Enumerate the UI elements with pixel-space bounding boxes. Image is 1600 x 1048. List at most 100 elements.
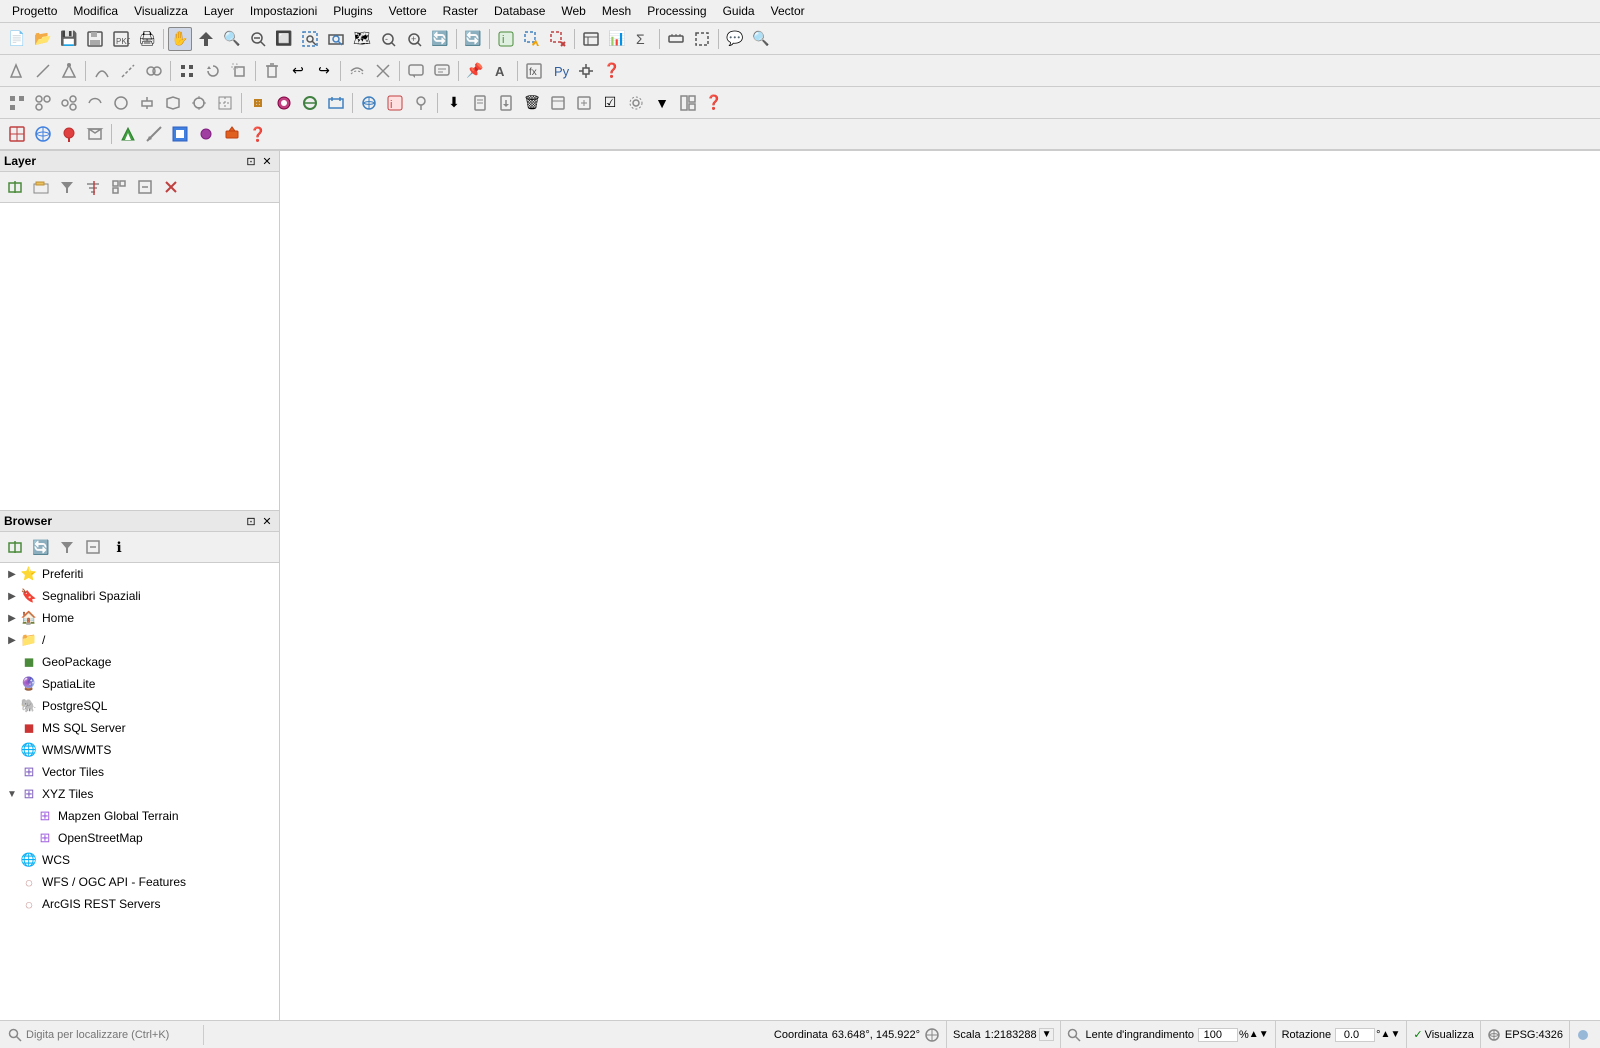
tb-trash[interactable]: 🗑: [520, 91, 544, 115]
tb-refresh[interactable]: 🔄: [428, 27, 452, 51]
menu-vector[interactable]: Vector: [763, 2, 813, 20]
tb-zoom-layer[interactable]: [324, 27, 348, 51]
tb-trim[interactable]: [371, 59, 395, 83]
layer-filter2-btn[interactable]: [81, 175, 105, 199]
tb-statistics[interactable]: 📊: [605, 27, 629, 51]
tb-snapping-layer[interactable]: [324, 91, 348, 115]
tb-measure-area[interactable]: [690, 27, 714, 51]
layer-filter-btn[interactable]: [55, 175, 79, 199]
tb-map9[interactable]: [220, 122, 244, 146]
menu-visualizza[interactable]: Visualizza: [126, 2, 196, 20]
tb-topology[interactable]: [298, 91, 322, 115]
layer-addgroup-btn[interactable]: [29, 175, 53, 199]
browser-item-openstreetmap[interactable]: ⊞OpenStreetMap: [0, 827, 279, 849]
tb-delete[interactable]: [260, 59, 284, 83]
tb-adv9[interactable]: [213, 91, 237, 115]
tb-adv6[interactable]: [135, 91, 159, 115]
tb-tilerefresh[interactable]: 🔄: [461, 27, 485, 51]
tb-map8[interactable]: [194, 122, 218, 146]
search-input[interactable]: [22, 1025, 192, 1045]
tb-newfile[interactable]: [468, 91, 492, 115]
menu-impostazioni[interactable]: Impostazioni: [242, 2, 325, 20]
epsg-section[interactable]: EPSG:4326: [1481, 1021, 1570, 1048]
browser-refresh-btn[interactable]: 🔄: [29, 535, 53, 559]
menu-web[interactable]: Web: [553, 2, 593, 20]
tb-zoom-next[interactable]: +: [402, 27, 426, 51]
tb-adv7[interactable]: [161, 91, 185, 115]
browser-item-wcs[interactable]: 🌐WCS: [0, 849, 279, 871]
tb-map7[interactable]: [168, 122, 192, 146]
tb-python[interactable]: Py: [548, 59, 572, 83]
menu-processing[interactable]: Processing: [639, 2, 714, 20]
tb-help[interactable]: ❓: [600, 59, 624, 83]
browser-item-wmswmts[interactable]: 🌐WMS/WMTS: [0, 739, 279, 761]
tb-adv8[interactable]: [187, 91, 211, 115]
map-area[interactable]: [280, 151, 1600, 1020]
layer-add-btn[interactable]: [3, 175, 27, 199]
menu-layer[interactable]: Layer: [196, 2, 242, 20]
tb-undo[interactable]: ↩: [286, 59, 310, 83]
tb-snap-options[interactable]: [246, 91, 270, 115]
tb-adv3[interactable]: [57, 91, 81, 115]
menu-guida[interactable]: Guida: [715, 2, 763, 20]
menu-progetto[interactable]: Progetto: [4, 2, 65, 20]
tb-download[interactable]: ⬇: [442, 91, 466, 115]
tb-open[interactable]: 📂: [31, 27, 55, 51]
tb-labeling[interactable]: A: [489, 59, 513, 83]
tb-node[interactable]: [175, 59, 199, 83]
magnifier-input[interactable]: [1198, 1028, 1238, 1042]
tb-split[interactable]: [116, 59, 140, 83]
rotation-input[interactable]: [1335, 1028, 1375, 1042]
tb-saveas[interactable]: [83, 27, 107, 51]
tb-layout[interactable]: [676, 91, 700, 115]
tb-georef[interactable]: [357, 91, 381, 115]
browser-item-geopackage[interactable]: ◼GeoPackage: [0, 651, 279, 673]
tb-reshape[interactable]: [90, 59, 114, 83]
tb-map2[interactable]: [31, 122, 55, 146]
tb-edit-poly[interactable]: [57, 59, 81, 83]
rotation-up[interactable]: ▲: [1381, 1029, 1391, 1040]
browser-filter-btn[interactable]: [55, 535, 79, 559]
tb-new[interactable]: 📄: [5, 27, 29, 51]
tb-adv4[interactable]: [83, 91, 107, 115]
tb-save[interactable]: 💾: [57, 27, 81, 51]
magnifier-up[interactable]: ▲: [1249, 1029, 1259, 1040]
tb-openattr[interactable]: [579, 27, 603, 51]
layer-float-btn[interactable]: ⊡: [243, 153, 259, 169]
tb-measure[interactable]: [664, 27, 688, 51]
tb-zoom-out[interactable]: [246, 27, 270, 51]
menu-mesh[interactable]: Mesh: [594, 2, 639, 20]
tb-plugins-btn[interactable]: [574, 59, 598, 83]
tb-settings2[interactable]: [624, 91, 648, 115]
tb-field-calc[interactable]: fx: [522, 59, 546, 83]
tb-map5[interactable]: [116, 122, 140, 146]
tb-arrow-down[interactable]: ▼: [650, 91, 674, 115]
tb-offset-curve[interactable]: [345, 59, 369, 83]
tb-sum[interactable]: Σ: [631, 27, 655, 51]
tb-savepkg[interactable]: PKG: [109, 27, 133, 51]
browser-collapse-btn[interactable]: [81, 535, 105, 559]
tb-map1[interactable]: [5, 122, 29, 146]
menu-raster[interactable]: Raster: [435, 2, 486, 20]
tb-snap-toggle[interactable]: [272, 91, 296, 115]
tb-pan-arrow[interactable]: [194, 27, 218, 51]
tb-adv2[interactable]: [31, 91, 55, 115]
magnifier-down[interactable]: ▼: [1259, 1029, 1269, 1040]
menu-vettore[interactable]: Vettore: [381, 2, 435, 20]
tb-pin[interactable]: 📌: [463, 59, 487, 83]
tb-map3[interactable]: [57, 122, 81, 146]
browser-item-vectortiles[interactable]: ⊞Vector Tiles: [0, 761, 279, 783]
tb-adv1[interactable]: [5, 91, 29, 115]
browser-item-mapzen[interactable]: ⊞Mapzen Global Terrain: [0, 805, 279, 827]
browser-float-btn[interactable]: ⊡: [243, 513, 259, 529]
browser-close-btn[interactable]: ✕: [259, 513, 275, 529]
layer-remove-btn[interactable]: [159, 175, 183, 199]
browser-item-preferiti[interactable]: ▶⭐Preferiti: [0, 563, 279, 585]
tb-help2[interactable]: ❓: [702, 91, 726, 115]
tb-tooltip[interactable]: 💬: [723, 27, 747, 51]
layer-close-btn[interactable]: ✕: [259, 153, 275, 169]
tb-print[interactable]: 🖨: [135, 27, 159, 51]
browser-item-arcgis[interactable]: ◌ArcGIS REST Servers: [0, 893, 279, 915]
layer-expand-btn[interactable]: [107, 175, 131, 199]
tb-map4[interactable]: [83, 122, 107, 146]
